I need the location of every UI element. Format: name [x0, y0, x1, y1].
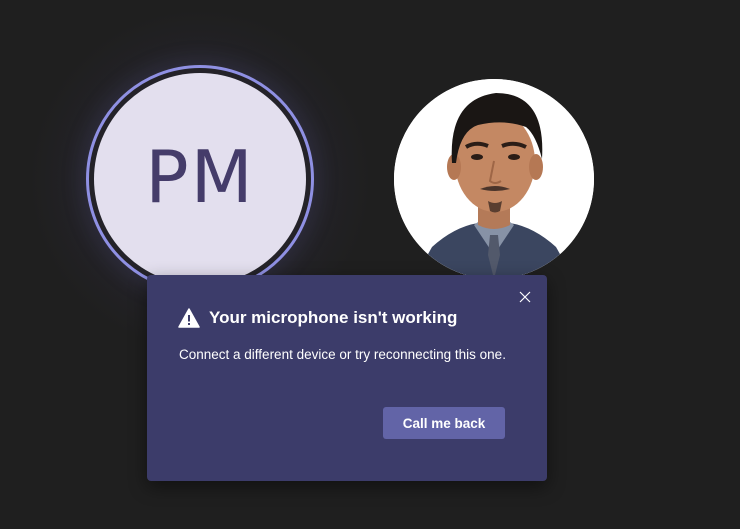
profile-photo: [394, 79, 594, 279]
notification-message: Connect a different device or try reconn…: [179, 347, 506, 362]
call-me-back-button[interactable]: Call me back: [383, 407, 505, 439]
notification-header: Your microphone isn't working: [178, 308, 457, 328]
avatar-initials: PM: [145, 135, 255, 219]
notification-title: Your microphone isn't working: [209, 308, 458, 327]
meeting-stage: PM Your microphone isn't working Connect…: [0, 0, 740, 529]
close-icon: [519, 291, 531, 303]
warning-icon: [178, 308, 200, 328]
participant-avatar-pm[interactable]: PM: [94, 73, 306, 285]
participant-avatar-photo[interactable]: [394, 79, 594, 279]
microphone-error-notification: Your microphone isn't working Connect a …: [147, 275, 547, 481]
close-button[interactable]: [515, 287, 535, 307]
